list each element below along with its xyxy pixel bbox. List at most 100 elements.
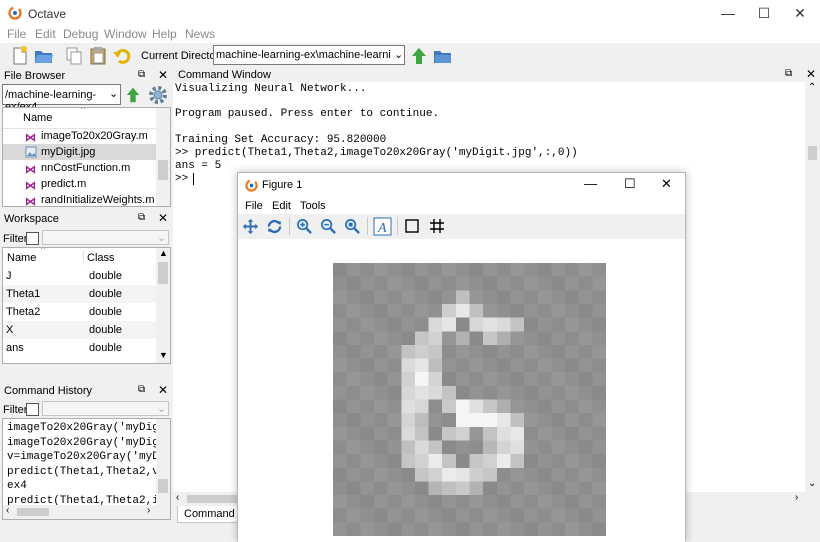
- workspace-row[interactable]: Xdouble: [3, 321, 156, 339]
- file-list-header[interactable]: Name ^: [3, 108, 156, 129]
- workspace-row[interactable]: Theta2 double: [3, 303, 156, 321]
- paste-icon[interactable]: [88, 46, 108, 66]
- undock-icon[interactable]: ⧉: [138, 212, 145, 223]
- workspace-row[interactable]: ans double: [3, 339, 156, 357]
- maximize-button[interactable]: ☐: [746, 0, 782, 27]
- scroll-right-icon[interactable]: ›: [795, 492, 798, 503]
- history-filter-input[interactable]: ⌄: [42, 401, 169, 416]
- rotate-icon[interactable]: [266, 218, 283, 235]
- history-hscrollbar[interactable]: ‹ ›: [3, 505, 156, 519]
- tab-command-window[interactable]: Command Wir: [177, 506, 254, 523]
- digit-pixel: [387, 467, 402, 482]
- column-header-name[interactable]: Name: [23, 112, 52, 124]
- minimize-button[interactable]: —: [710, 0, 746, 27]
- file-row[interactable]: ⋈ nnCostFunction.m: [3, 160, 156, 176]
- menu-debug[interactable]: Debug: [63, 27, 98, 41]
- history-item[interactable]: ex4: [3, 479, 156, 494]
- column-header-class[interactable]: Class: [87, 252, 115, 264]
- workspace-filter-input[interactable]: ⌄: [42, 230, 169, 245]
- maximize-button[interactable]: ☐: [624, 176, 636, 192]
- grid-icon[interactable]: [430, 219, 444, 233]
- zoom-in-icon[interactable]: [296, 218, 313, 235]
- digit-pixel: [510, 276, 525, 291]
- scroll-down-icon[interactable]: ▼: [159, 350, 168, 360]
- up-directory-arrow-icon[interactable]: [124, 86, 142, 104]
- pan-icon[interactable]: [242, 218, 259, 235]
- new-file-icon[interactable]: [10, 46, 30, 66]
- workspace-scrollbar[interactable]: ▲ ▼: [156, 248, 170, 363]
- axes-box-icon[interactable]: [405, 219, 419, 233]
- figure-canvas[interactable]: [238, 239, 685, 542]
- workspace-row[interactable]: Theta1 double: [3, 285, 156, 303]
- close-button[interactable]: ✕: [782, 0, 818, 27]
- file-row[interactable]: ⋈ predict.m: [3, 176, 156, 192]
- history-item[interactable]: v=imageTo20x20Gray('myD: [3, 450, 159, 465]
- menu-window[interactable]: Window: [104, 27, 147, 41]
- history-item[interactable]: imageTo20x20Gray('myDig: [3, 421, 159, 436]
- digit-pixel: [578, 399, 593, 414]
- digit-pixel: [401, 454, 416, 469]
- zoom-auto-icon[interactable]: [344, 218, 361, 235]
- close-icon[interactable]: ✕: [806, 67, 816, 81]
- digit-pixel: [510, 385, 525, 400]
- history-item[interactable]: predict(Theta1,Theta2,v: [3, 465, 159, 480]
- open-folder-icon[interactable]: [34, 46, 54, 66]
- digit-pixel: [469, 481, 484, 496]
- digit-pixel: [414, 372, 429, 387]
- close-icon[interactable]: ✕: [158, 383, 168, 397]
- digit-pixel: [565, 290, 579, 305]
- digit-pixel: [551, 440, 566, 455]
- scroll-left-icon[interactable]: ‹: [6, 505, 9, 516]
- undock-icon[interactable]: ⧉: [138, 384, 145, 395]
- menu-file[interactable]: File: [7, 27, 26, 41]
- menu-edit[interactable]: Edit: [35, 27, 56, 41]
- digit-pixel: [442, 276, 457, 291]
- chevron-down-icon[interactable]: ⌄: [109, 87, 118, 100]
- file-row-selected[interactable]: myDigit.jpg: [3, 144, 156, 160]
- chevron-up-icon[interactable]: ⌃: [808, 82, 816, 93]
- scroll-left-icon[interactable]: ‹: [176, 492, 179, 503]
- workspace-filter-checkbox[interactable]: [26, 232, 39, 245]
- digit-pixel: [373, 358, 388, 373]
- digit-pixel: [428, 276, 443, 291]
- close-icon[interactable]: ✕: [158, 211, 168, 225]
- command-window-vscrollbar[interactable]: ⌃ ⌄: [805, 82, 820, 492]
- minimize-button[interactable]: —: [584, 176, 597, 191]
- digit-pixel: [496, 440, 511, 455]
- file-list-scrollbar[interactable]: [156, 108, 170, 206]
- file-row[interactable]: ⋈ randInitializeWeights.m: [3, 192, 156, 206]
- digit-pixel: [510, 263, 525, 277]
- column-header-name[interactable]: Name: [7, 252, 36, 264]
- current-directory-combobox[interactable]: machine-learning-ex\machine-learning-ex\…: [213, 45, 405, 65]
- close-button[interactable]: ✕: [661, 176, 672, 192]
- scroll-up-icon[interactable]: ▲: [159, 248, 168, 258]
- menu-help[interactable]: Help: [152, 27, 177, 41]
- digit-pixel: [346, 481, 361, 496]
- history-item[interactable]: imageTo20x20Gray('myDig: [3, 436, 159, 451]
- browse-folder-icon[interactable]: [433, 46, 453, 66]
- file-row[interactable]: ⋈ imageTo20x20Gray.m: [3, 128, 156, 144]
- digit-pixel: [455, 372, 470, 387]
- digit-pixel: [346, 508, 361, 523]
- scroll-right-icon[interactable]: ›: [147, 505, 150, 516]
- file-browser-path-combobox[interactable]: /machine-learning-ex/ex4 ⌄: [2, 84, 121, 113]
- undo-icon[interactable]: [112, 46, 132, 66]
- history-vscrollbar[interactable]: [156, 419, 170, 519]
- close-icon[interactable]: ✕: [158, 68, 168, 82]
- undock-icon[interactable]: ⧉: [138, 69, 145, 80]
- digit-pixel: [565, 522, 579, 536]
- copy-icon[interactable]: [64, 46, 84, 66]
- gear-icon[interactable]: [147, 84, 169, 106]
- undock-icon[interactable]: ⧉: [785, 68, 792, 79]
- chevron-down-icon[interactable]: ⌄: [808, 478, 816, 489]
- menu-news[interactable]: News: [185, 27, 215, 41]
- figure-menu-file[interactable]: File: [245, 200, 263, 212]
- up-directory-arrow-icon[interactable]: [409, 46, 429, 66]
- zoom-out-icon[interactable]: [320, 218, 337, 235]
- workspace-row[interactable]: Jdouble: [3, 267, 156, 285]
- figure-menu-edit[interactable]: Edit: [272, 200, 291, 212]
- chevron-down-icon[interactable]: ⌄: [394, 48, 403, 61]
- figure-menu-tools[interactable]: Tools: [300, 200, 326, 212]
- insert-text-icon[interactable]: A: [373, 217, 392, 236]
- history-filter-checkbox[interactable]: [26, 403, 39, 416]
